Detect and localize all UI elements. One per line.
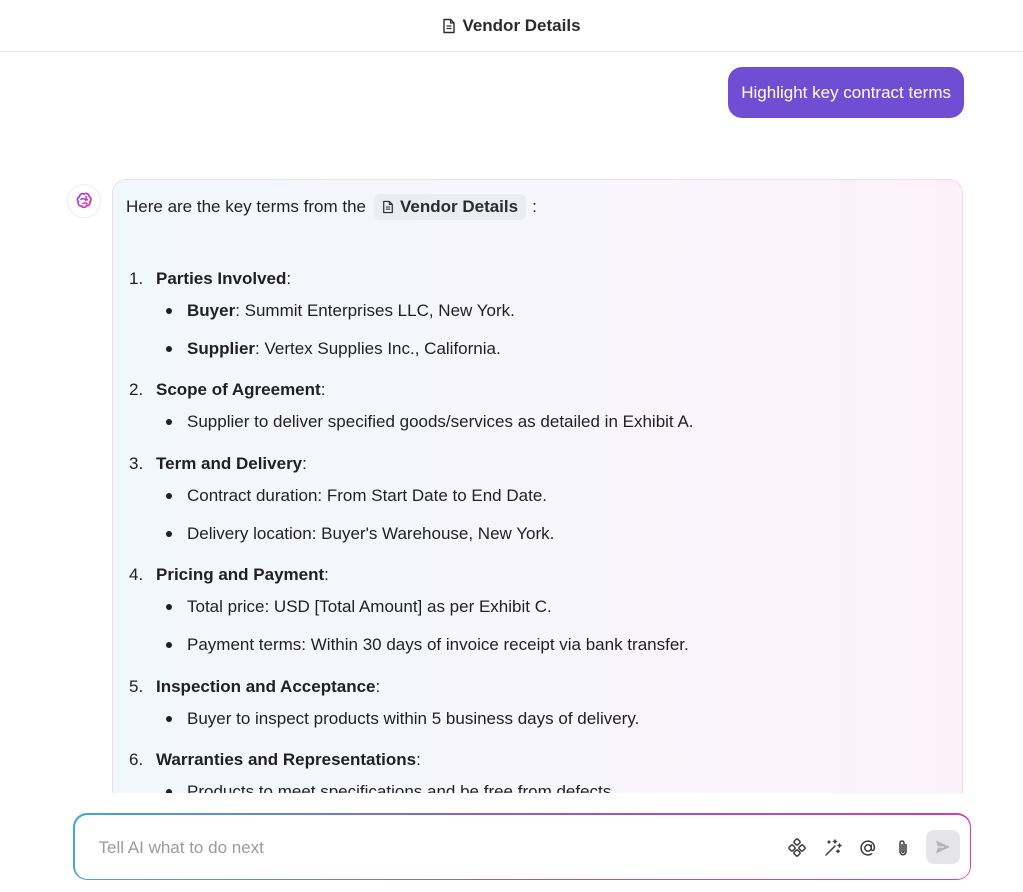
ai-avatar: [67, 184, 101, 218]
list-bullet-text: Products to meet specifications and be f…: [187, 782, 616, 793]
mention-icon[interactable]: [856, 836, 880, 860]
bullet-dot: [166, 531, 172, 537]
bullet-dot: [166, 419, 172, 425]
send-button[interactable]: [925, 829, 960, 864]
user-message-bubble: Highlight key contract terms: [728, 67, 964, 118]
document-chip[interactable]: Vendor Details: [373, 194, 527, 220]
integrations-icon[interactable]: [786, 836, 810, 860]
ai-intro-line: Here are the key terms from the Vendor D…: [126, 194, 537, 220]
bullet-dot: [166, 604, 172, 610]
bullet-dot: [166, 346, 172, 352]
page-title: Vendor Details: [462, 15, 581, 35]
list-bullet-text: Buyer to inspect products within 5 busin…: [187, 709, 640, 728]
list-item-title: Term and Delivery:: [156, 454, 307, 473]
magic-wand-icon[interactable]: [821, 836, 845, 860]
intro-text: Here are the key terms from the: [126, 197, 366, 216]
list-bullet-text: Buyer: Summit Enterprises LLC, New York.: [187, 301, 515, 320]
list-bullet-text: Supplier: Vertex Supplies Inc., Californ…: [187, 339, 501, 358]
bullet-dot: [166, 642, 172, 648]
list-item-title: Inspection and Acceptance:: [156, 677, 381, 696]
bullet-dot: [166, 789, 172, 793]
list-bullet-text: Payment terms: Within 30 days of invoice…: [187, 635, 689, 654]
ai-brain-icon: [76, 192, 92, 209]
send-icon: [935, 840, 950, 853]
attach-icon[interactable]: [891, 836, 915, 860]
header-title-group[interactable]: Vendor Details: [442, 15, 581, 36]
prompt-input-box: [74, 814, 970, 881]
list-item-title: Parties Involved:: [156, 269, 292, 288]
list-item-title: Warranties and Representations:: [156, 750, 421, 769]
document-icon: [442, 18, 456, 34]
list-number: 3.: [129, 454, 144, 473]
list-bullet-text: Supplier to deliver specified goods/serv…: [187, 412, 694, 431]
intro-suffix: :: [532, 197, 537, 216]
list-number: 2.: [129, 380, 144, 399]
prompt-input-container: [73, 813, 971, 881]
list-bullet-text: Total price: USD [Total Amount] as per E…: [187, 597, 552, 616]
list-item-title: Pricing and Payment:: [156, 565, 329, 584]
bullet-dot: [166, 308, 172, 314]
ai-message-card: Here are the key terms from the Vendor D…: [112, 179, 963, 793]
list-item-title: Scope of Agreement:: [156, 380, 326, 399]
list-number: 1.: [129, 269, 144, 288]
bullet-dot: [166, 493, 172, 499]
list-bullet-text: Contract duration: From Start Date to En…: [187, 486, 547, 505]
list-number: 5.: [129, 677, 144, 696]
document-chip-label: Vendor Details: [399, 197, 519, 216]
list-number: 6.: [129, 750, 144, 769]
header-bar: Vendor Details: [0, 0, 1023, 52]
list-bullet-text: Delivery location: Buyer's Warehouse, Ne…: [187, 524, 555, 543]
list-number: 4.: [129, 565, 144, 584]
bullet-dot: [166, 716, 172, 722]
prompt-input[interactable]: [96, 814, 661, 881]
document-icon: [383, 200, 393, 214]
